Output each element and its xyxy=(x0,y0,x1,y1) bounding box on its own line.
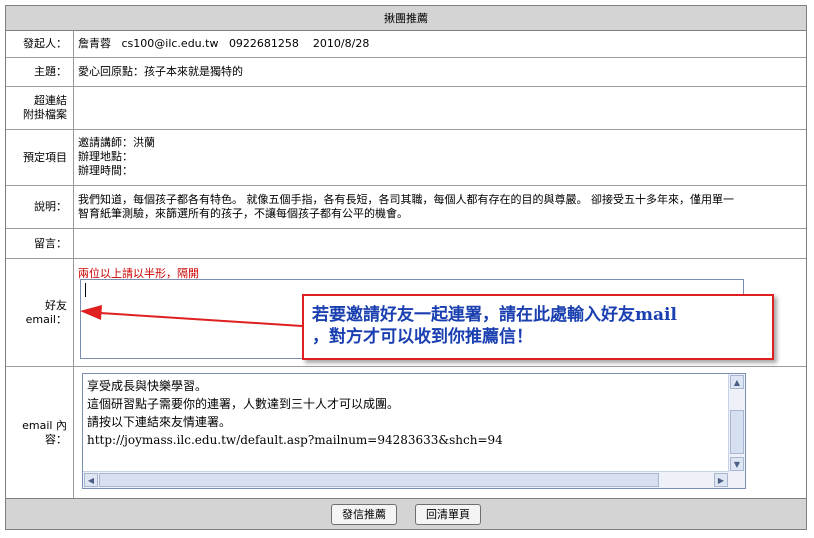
annotation-line1: 若要邀請好友一起連署，請在此處輸入好友mail xyxy=(312,305,677,325)
annotation-line2: ，對方才可以收到你推薦信！ xyxy=(312,327,533,347)
annotation-text: 若要邀請好友一起連署，請在此處輸入好友mail ，對方才可以收到你推薦信！ xyxy=(312,304,766,348)
annotation-arrow-icon xyxy=(80,305,303,327)
annotation-callout: 若要邀請好友一起連署，請在此處輸入好友mail ，對方才可以收到你推薦信！ xyxy=(302,294,774,360)
